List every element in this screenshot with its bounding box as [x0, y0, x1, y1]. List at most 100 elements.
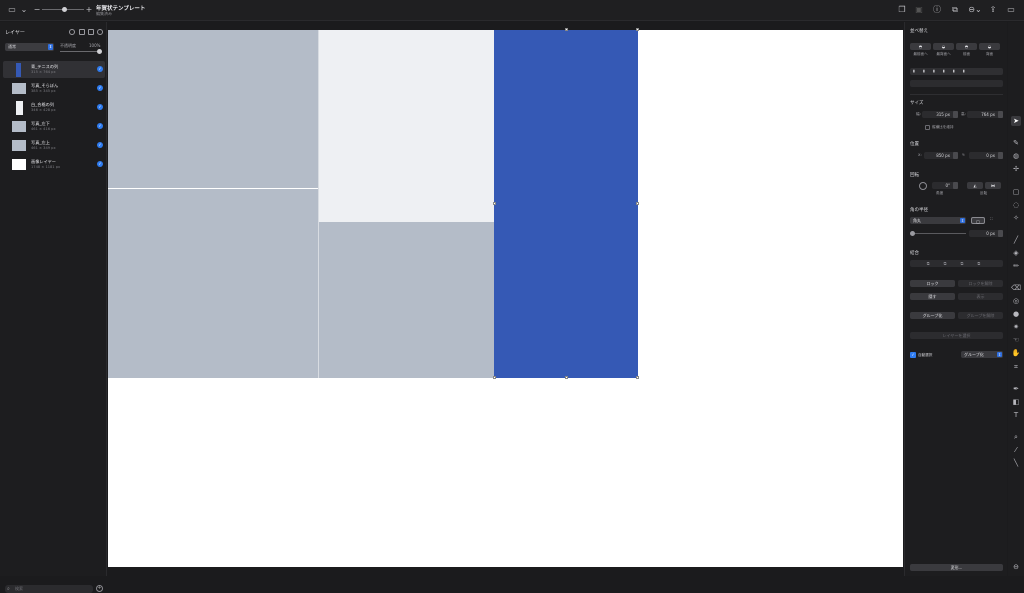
sharpen-icon[interactable]: ✷	[1011, 322, 1021, 332]
height-stepper[interactable]	[998, 111, 1003, 118]
mask-icon[interactable]: ▣	[914, 5, 924, 15]
ungroup-button[interactable]: グループを解除	[958, 312, 1003, 319]
corner-radius-slider[interactable]	[912, 233, 966, 234]
stack-icon[interactable]	[88, 29, 94, 35]
layer-row[interactable]: 写真_左下 461 × 416 px ✓	[3, 118, 105, 135]
more-icon[interactable]: ⊖⌄	[967, 5, 983, 15]
unlock-button[interactable]: ロックを解除	[958, 280, 1003, 287]
quick-select-icon[interactable]: ◍	[1011, 151, 1021, 161]
lock-button[interactable]: ロック	[910, 280, 955, 287]
corner-radius-slider-knob[interactable]	[910, 231, 915, 236]
visibility-checkbox[interactable]: ✓	[97, 85, 103, 91]
zoom-in-icon[interactable]: +	[84, 5, 94, 15]
visibility-checkbox[interactable]: ✓	[97, 161, 103, 167]
opacity-slider-knob[interactable]	[97, 49, 102, 54]
crop-tool-icon[interactable]: ⌗	[1011, 362, 1021, 372]
eraser-icon[interactable]: ⌫	[1011, 283, 1021, 293]
zoom-out-icon[interactable]: −	[32, 5, 42, 15]
opacity-slider[interactable]	[60, 51, 101, 52]
resize-handle-top-right[interactable]	[636, 28, 639, 31]
pointer-tool-icon[interactable]: ➤	[1011, 116, 1021, 126]
magic-wand-icon[interactable]: ✧	[1011, 213, 1021, 223]
chevron-down-icon[interactable]: ⌄	[19, 5, 29, 15]
flip-horizontal-button[interactable]: ◭	[967, 182, 983, 189]
y-stepper[interactable]	[998, 152, 1003, 159]
share-icon[interactable]: ⇪	[988, 5, 998, 15]
distribute-row[interactable]	[910, 80, 1003, 87]
send-to-back-button[interactable]: ◒	[933, 43, 954, 50]
layer-search-input[interactable]: ⌕ 検索	[5, 585, 93, 593]
height-field[interactable]: 764 px	[967, 111, 1003, 118]
pen-icon[interactable]: ✒	[1011, 384, 1021, 394]
layer-row[interactable]: 写真_そらぼん 385 × 345 px ✓	[3, 80, 105, 97]
resize-handle-right[interactable]	[636, 202, 639, 205]
send-backward-button[interactable]: ◒	[979, 43, 1000, 50]
corner-individual-icon[interactable]: ⛶	[990, 217, 993, 221]
auto-select-checkbox[interactable]: ✓	[910, 352, 916, 358]
angle-field[interactable]: 0°	[932, 182, 958, 189]
zoom-tool-icon[interactable]: ⌕	[1011, 432, 1021, 442]
clone-icon[interactable]: ◎	[1011, 296, 1021, 306]
keep-ratio-checkbox[interactable]	[925, 125, 930, 130]
retouch-icon[interactable]: ✢	[1011, 164, 1021, 174]
selection-tool-icon[interactable]: ✎	[1011, 138, 1021, 148]
text-tool-icon[interactable]: T	[1011, 410, 1021, 420]
flip-vertical-button[interactable]: ⧓	[985, 182, 1001, 189]
photo-top-left[interactable]	[108, 30, 318, 188]
layer-row[interactable]: 白_合格の列 346 × 428 px ✓	[3, 99, 105, 116]
x-field[interactable]: 850 px	[924, 152, 958, 159]
blue-column[interactable]	[494, 30, 638, 378]
visibility-checkbox[interactable]: ✓	[97, 142, 103, 148]
crop-icon[interactable]: ⧉	[950, 5, 960, 15]
layer-row[interactable]: 画像レイヤー 1748 × 1181 px ✓	[3, 156, 105, 173]
layer-row[interactable]: 青_テニスの列 315 × 764 px ✓	[3, 61, 105, 78]
shape-icon[interactable]: ◧	[1011, 397, 1021, 407]
resize-handle-bottom[interactable]	[565, 376, 568, 379]
width-field[interactable]: 315 px	[922, 111, 958, 118]
hide-button[interactable]: 隠す	[910, 293, 955, 300]
visibility-checkbox[interactable]: ✓	[97, 123, 103, 129]
hand-icon[interactable]: ✋	[1011, 348, 1021, 358]
eyedropper-icon[interactable]: ⁄	[1011, 445, 1021, 455]
x-stepper[interactable]	[953, 152, 958, 159]
corner-radius-field[interactable]: 0 px	[969, 230, 1003, 237]
add-icon[interactable]: +	[96, 585, 103, 592]
artboard[interactable]	[108, 28, 903, 567]
smudge-icon[interactable]: ☜	[1011, 335, 1021, 345]
resize-handle-bottom-right[interactable]	[636, 376, 639, 379]
resize-handle-bottom-left[interactable]	[493, 376, 496, 379]
bring-forward-button[interactable]: ◓	[956, 43, 977, 50]
white-panel[interactable]	[319, 30, 494, 222]
add-layer-icon[interactable]	[97, 29, 103, 35]
bring-to-front-button[interactable]: ◓	[910, 43, 931, 50]
pencil-icon[interactable]: ✏	[1011, 261, 1021, 271]
y-field[interactable]: 0 px	[969, 152, 1003, 159]
layer-row[interactable]: 写真_左上 461 × 349 px ✓	[3, 137, 105, 154]
line-tool-icon[interactable]: ╲	[1011, 458, 1021, 468]
width-stepper[interactable]	[953, 111, 958, 118]
blur-icon[interactable]: ●	[1011, 309, 1021, 319]
brush-icon[interactable]: ╱	[1011, 235, 1021, 245]
blend-mode-select[interactable]: 通常 ⇕	[5, 43, 54, 51]
sidebar-toggle-icon[interactable]: ▭	[7, 5, 17, 15]
group-button[interactable]: グループ化	[910, 312, 955, 319]
corner-radius-stepper[interactable]	[998, 230, 1003, 237]
fill-icon[interactable]: ◈	[1011, 248, 1021, 258]
select-layer-button[interactable]: レイヤーを選択	[910, 332, 1003, 339]
inspector-toggle-icon[interactable]: ▭	[1006, 5, 1016, 15]
visibility-checkbox[interactable]: ✓	[97, 66, 103, 72]
resize-handle-top[interactable]	[565, 28, 568, 31]
angle-stepper[interactable]	[953, 182, 958, 189]
visibility-checkbox[interactable]: ✓	[97, 104, 103, 110]
photo-bottom-left[interactable]	[108, 189, 318, 378]
combine-buttons[interactable]: ⧉⧉⧉⧉	[910, 260, 1003, 267]
photo-middle[interactable]	[319, 222, 494, 378]
zoom-slider-knob[interactable]	[62, 7, 67, 12]
transform-button[interactable]: 変形...	[910, 564, 1003, 571]
corner-uniform-button[interactable]: ▢	[971, 217, 985, 224]
rectangle-select-icon[interactable]: ▢	[1011, 187, 1021, 197]
info-icon[interactable]: ⓘ	[932, 5, 942, 15]
rotation-dial[interactable]	[919, 182, 927, 190]
layers-toggle-icon[interactable]: ❐	[897, 5, 907, 15]
align-icons[interactable]: ▮▮▮▮▮▮	[913, 69, 1003, 73]
